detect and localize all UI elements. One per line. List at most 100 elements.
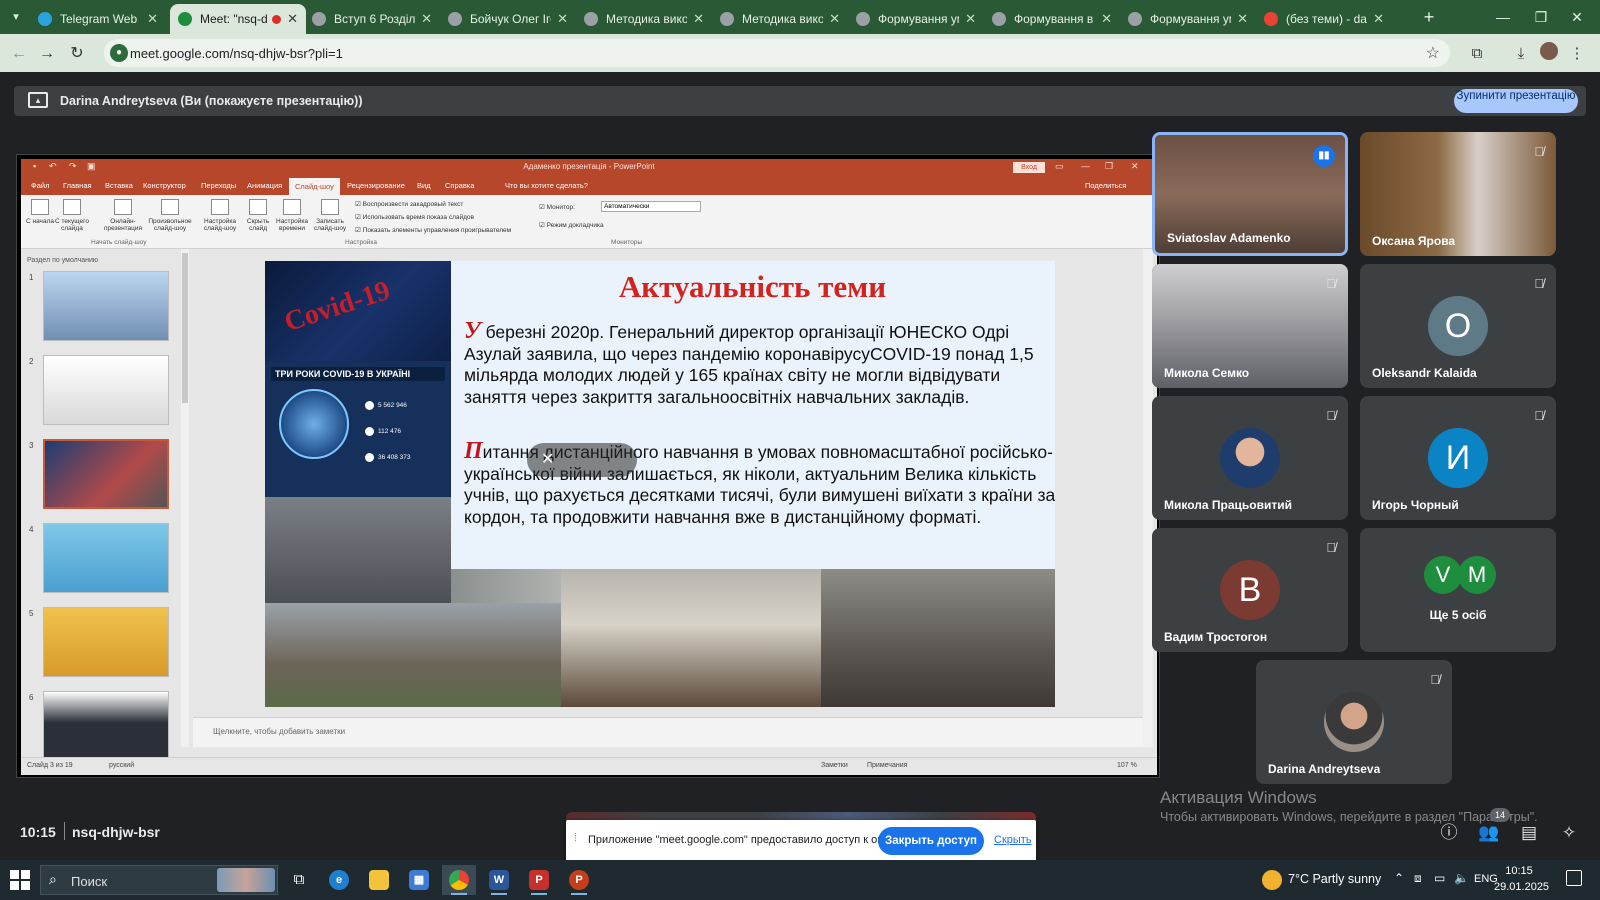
participant-photo xyxy=(1220,428,1280,488)
stop-presenting-button[interactable]: Зупинити презентацію xyxy=(1454,89,1578,113)
new-tab-button[interactable]: + xyxy=(1418,6,1440,28)
mic-off-icon: 🎙̸ xyxy=(1534,144,1544,159)
ribbon-tab-9: Вид xyxy=(417,181,431,190)
reload-icon[interactable]: ↻ xyxy=(66,43,88,65)
tab-8[interactable]: Формування в уч ✕ xyxy=(984,4,1120,34)
tab-close-icon[interactable]: ✕ xyxy=(965,11,976,27)
clock-time[interactable]: 10:15 xyxy=(1494,865,1544,877)
edge-icon[interactable]: e xyxy=(322,865,356,895)
tab-close-icon[interactable]: ✕ xyxy=(1237,11,1248,27)
slide-thumbnail-6 xyxy=(43,691,169,761)
weather-text[interactable]: 7°C Partly sunny xyxy=(1288,872,1381,886)
url-text: meet.google.com/nsq-dhjw-bsr?pli=1 xyxy=(130,46,343,61)
participant-tile[interactable]: И Игорь Чорный 🎙̸ xyxy=(1360,396,1556,520)
participant-tile[interactable]: Оксана Ярова 🎙̸ xyxy=(1360,132,1556,256)
tab-close-icon[interactable]: ✕ xyxy=(693,11,704,27)
back-icon[interactable]: ← xyxy=(8,43,30,65)
tab-label: Telegram Web xyxy=(60,12,138,26)
participant-name: Вадим Тростогон xyxy=(1164,630,1268,644)
restore-icon[interactable]: ❐ xyxy=(1526,6,1556,28)
url-field[interactable]: ● meet.google.com/nsq-dhjw-bsr?pli=1 ☆ xyxy=(104,39,1450,67)
extensions-icon[interactable]: ⧉ xyxy=(1466,43,1488,65)
tab-4[interactable]: Бойчук Олег Ігор ✕ xyxy=(440,4,576,34)
stop-sharing-button[interactable]: Закрыть доступ xyxy=(878,827,984,855)
present-screen-icon: ▴ xyxy=(28,92,48,108)
forward-icon[interactable]: → xyxy=(36,43,58,65)
tab-close-icon[interactable]: ✕ xyxy=(829,11,840,27)
tab-search-icon[interactable]: ▾ xyxy=(6,7,26,27)
participant-tile[interactable]: V M Ще 5 осіб xyxy=(1360,528,1556,652)
participant-tile[interactable]: Sviatoslav Adamenko ▮▮ xyxy=(1152,132,1348,256)
task-view-icon[interactable]: ⧉ xyxy=(282,865,316,895)
tab-6[interactable]: Методика викор ✕ xyxy=(712,4,848,34)
timings-checkbox: Использовать время показа слайдов xyxy=(355,213,474,221)
speaking-indicator-icon: ▮▮ xyxy=(1313,145,1335,167)
chat-icon[interactable]: ▤ xyxy=(1516,820,1542,846)
tab-2[interactable]: Meet: "nsq-d ✕ xyxy=(170,4,306,34)
profile-avatar[interactable] xyxy=(1540,42,1558,60)
powerpoint-ribbon-tabs: Файл Главная Вставка Конструктор Переходы Ани… xyxy=(21,177,1157,195)
tab-close-icon[interactable]: ✕ xyxy=(421,11,432,27)
bookmark-star-icon[interactable]: ☆ xyxy=(1426,43,1440,63)
presenting-text: Darina Andreytseva (Ви (покажуєте презен… xyxy=(60,94,363,108)
taskbar-search[interactable]: ⌕ Поиск xyxy=(40,865,278,895)
participant-tile[interactable]: Микола Працьовитий 🎙̸ xyxy=(1152,396,1348,520)
pp-minimize-icon: — xyxy=(1081,161,1090,171)
meet-stage: ▴ Darina Andreytseva (Ви (покажуєте през… xyxy=(0,72,1600,862)
more-participants-label: Ще 5 осіб xyxy=(1429,608,1487,622)
slide-paragraph-1: У березні 2020р. Генеральний директор ор… xyxy=(464,318,1034,407)
tray-app-icon[interactable]: ⧈ xyxy=(1414,871,1422,886)
share-notice-text: Приложение "meet.google.com" предоставил… xyxy=(588,834,896,846)
powerpoint-icon[interactable]: P xyxy=(562,865,596,895)
activities-icon[interactable]: ✧ xyxy=(1556,820,1582,846)
volume-icon[interactable]: 🔈 xyxy=(1454,871,1469,885)
meeting-info-icon[interactable]: ⓘ xyxy=(1436,820,1462,846)
section-label: Раздел по умолчанию xyxy=(27,257,99,264)
participant-tile[interactable]: Микола Семко 🎙̸ xyxy=(1152,264,1348,388)
site-info-icon[interactable]: ● xyxy=(110,44,128,62)
destroyed-bridge-photo xyxy=(821,569,1055,707)
slide: Covid-19 ТРИ РОКИ COVID-19 В УКРАЇНІ 5 5… xyxy=(265,261,1055,707)
weather-icon[interactable] xyxy=(1262,870,1282,890)
participant-tile[interactable]: O Oleksandr Kalaida 🎙̸ xyxy=(1360,264,1556,388)
custom-show-button: Произвольное слайд-шоу xyxy=(147,199,193,232)
hide-notice-link[interactable]: Скрыть xyxy=(994,834,1032,846)
notifications-icon[interactable] xyxy=(1566,870,1582,886)
ribbon-display-icon: ▭ xyxy=(1055,161,1064,171)
windows-start-icon[interactable] xyxy=(10,870,30,890)
file-explorer-icon[interactable] xyxy=(362,865,396,895)
tab-10[interactable]: (без теми) - dand ✕ xyxy=(1256,4,1392,34)
tab-3[interactable]: Вступ 6 Розділ 1. ✕ xyxy=(304,4,440,34)
network-icon[interactable]: ▭ xyxy=(1434,871,1445,885)
clock-date[interactable]: 29.01.2025 xyxy=(1494,881,1549,893)
tab-favicon-icon xyxy=(992,12,1006,26)
thumbnail-number: 4 xyxy=(29,525,34,534)
mic-off-icon: 🎙̸ xyxy=(1326,540,1336,555)
chrome-icon[interactable] xyxy=(442,865,476,895)
participant-tile[interactable]: В Вадим Тростогон 🎙̸ xyxy=(1152,528,1348,652)
pdf-reader-icon[interactable]: P xyxy=(522,865,556,895)
minimize-icon[interactable]: — xyxy=(1488,6,1518,28)
store-icon[interactable]: ▦ xyxy=(402,865,436,895)
tab-close-icon[interactable]: ✕ xyxy=(147,11,158,27)
word-icon[interactable]: W xyxy=(482,865,516,895)
meeting-code: nsq-dhjw-bsr xyxy=(72,824,160,840)
tab-7[interactable]: Формування умі ✕ xyxy=(848,4,984,34)
drag-grip-icon[interactable]: ⁞ xyxy=(574,832,577,844)
close-window-icon[interactable]: ✕ xyxy=(1562,6,1592,28)
browser-menu-icon[interactable]: ⋮ xyxy=(1566,43,1588,65)
tab-5[interactable]: Методика викор ✕ xyxy=(576,4,712,34)
tab-favicon-icon xyxy=(38,12,52,26)
tab-close-icon[interactable]: ✕ xyxy=(1101,11,1112,27)
ribbon-tab-11: Что вы хотите сделать? xyxy=(505,181,588,190)
tab-close-icon[interactable]: ✕ xyxy=(287,11,298,27)
tab-9[interactable]: Формування умі ✕ xyxy=(1120,4,1256,34)
people-icon[interactable]: 👥 xyxy=(1476,820,1502,846)
tab-close-icon[interactable]: ✕ xyxy=(1373,11,1384,27)
tab-close-icon[interactable]: ✕ xyxy=(557,11,568,27)
notes-pane: Щелкните, чтобы добавить заметки xyxy=(193,717,1143,747)
tray-chevron-icon[interactable]: ⌃ xyxy=(1394,871,1404,885)
participant-tile[interactable]: Darina Andreytseva 🎙̸ xyxy=(1256,660,1452,784)
tab-1[interactable]: Telegram Web ✕ xyxy=(30,4,166,34)
download-icon[interactable]: ⤓ xyxy=(1510,43,1532,65)
